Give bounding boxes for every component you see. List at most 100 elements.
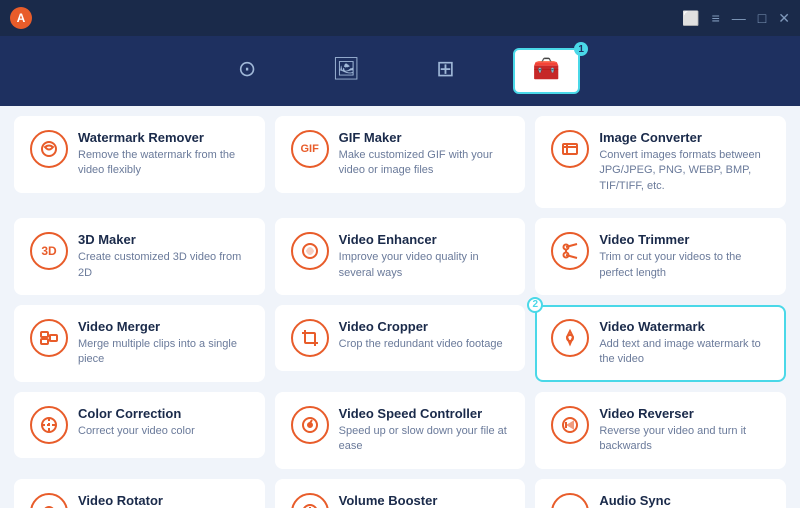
collage-icon: ⊞ (436, 56, 454, 82)
tool-card-video-rotator[interactable]: Video RotatorRotate and flip the video a… (14, 479, 265, 508)
tool-desc-gif-maker: Make customized GIF with your video or i… (339, 148, 510, 179)
nav-converter-wrap: ⊙ (220, 50, 274, 92)
tool-name-video-reverser: Video Reverser (599, 406, 770, 421)
tool-card-color-correction[interactable]: Color Correction Correct your video color (14, 392, 265, 458)
nav-toolbox[interactable]: 🧰 (513, 48, 580, 94)
tool-card-wrap-gif-maker: GIF GIF Maker Make customized GIF with you… (275, 116, 526, 208)
tool-icon-video-trimmer (551, 232, 589, 270)
tool-icon-3d-maker: 3D (30, 232, 68, 270)
maximize-button[interactable]: □ (758, 10, 766, 26)
mv-icon: 🖼 (332, 56, 360, 82)
tool-name-volume-booster: Volume Booster (339, 493, 510, 508)
tool-info-video-rotator: Video RotatorRotate and flip the video a… (78, 493, 249, 508)
tool-card-wrap-video-merger: Video Merger Merge multiple clips into a … (14, 305, 265, 382)
tool-card-video-cropper[interactable]: Video Cropper Crop the redundant video fo… (275, 305, 526, 371)
tool-icon-video-rotator (30, 493, 68, 508)
converter-icon: ⊙ (238, 56, 256, 82)
tool-card-video-enhancer[interactable]: Video Enhancer Improve your video quality… (275, 218, 526, 295)
tool-icon-color-correction (30, 406, 68, 444)
tool-card-audio-sync[interactable]: Audio SyncAdjust and sync the audio with… (535, 479, 786, 508)
nav-toolbox-wrap: 1 🧰 (513, 48, 580, 94)
app-logo: A (10, 7, 32, 29)
tool-info-volume-booster: Volume BoosterAdjust the volume of the v… (339, 493, 510, 508)
nav-mv[interactable]: 🖼 (314, 50, 378, 92)
tool-card-video-trimmer[interactable]: Video TrimmerTrim or cut your videos to … (535, 218, 786, 295)
tool-icon-audio-sync (551, 493, 589, 508)
tool-desc-video-reverser: Reverse your video and turn it backwards (599, 424, 770, 455)
tool-card-watermark-remover[interactable]: Watermark Remover Remove the watermark fr… (14, 116, 265, 193)
tool-icon-video-speed (291, 406, 329, 444)
tool-desc-image-converter: Convert images formats between JPG/JPEG,… (599, 148, 770, 194)
tool-name-3d-maker: 3D Maker (78, 232, 249, 247)
tool-desc-video-speed: Speed up or slow down your file at ease (339, 424, 510, 455)
tool-card-wrap-image-converter: Image Converter Convert images formats be… (535, 116, 786, 208)
tool-name-image-converter: Image Converter (599, 130, 770, 145)
tool-card-wrap-video-trimmer: Video TrimmerTrim or cut your videos to … (535, 218, 786, 295)
tool-info-video-trimmer: Video TrimmerTrim or cut your videos to … (599, 232, 770, 281)
tool-card-wrap-watermark-remover: Watermark Remover Remove the watermark fr… (14, 116, 265, 208)
tool-card-3d-maker[interactable]: 3D 3D Maker Create customized 3D video fro… (14, 218, 265, 295)
close-button[interactable]: ✕ (778, 10, 790, 27)
window-controls[interactable]: ⬜ ≡ — □ ✕ (682, 10, 790, 27)
tool-card-wrap-video-speed: Video Speed Controller Speed up or slow d… (275, 392, 526, 469)
toolbox-icon: 🧰 (533, 56, 560, 82)
tool-name-video-enhancer: Video Enhancer (339, 232, 510, 247)
tool-card-wrap-video-reverser: Video Reverser Reverse your video and tur… (535, 392, 786, 469)
tool-info-gif-maker: GIF Maker Make customized GIF with your v… (339, 130, 510, 179)
title-bar: A ⬜ ≡ — □ ✕ (0, 0, 800, 36)
tool-name-video-rotator: Video Rotator (78, 493, 249, 508)
tool-name-color-correction: Color Correction (78, 406, 249, 421)
nav-mv-wrap: 🖼 (314, 50, 378, 92)
tool-card-video-speed[interactable]: Video Speed Controller Speed up or slow d… (275, 392, 526, 469)
tool-info-video-speed: Video Speed Controller Speed up or slow d… (339, 406, 510, 455)
tool-icon-video-watermark (551, 319, 589, 357)
tool-card-wrap-color-correction: Color Correction Correct your video color (14, 392, 265, 469)
tool-card-wrap-3d-maker: 3D 3D Maker Create customized 3D video fro… (14, 218, 265, 295)
tool-card-volume-booster[interactable]: Volume BoosterAdjust the volume of the v… (275, 479, 526, 508)
tool-desc-video-enhancer: Improve your video quality in several wa… (339, 250, 510, 281)
tool-card-wrap-volume-booster: Volume BoosterAdjust the volume of the v… (275, 479, 526, 508)
tool-name-gif-maker: GIF Maker (339, 130, 510, 145)
tool-card-wrap-video-rotator: Video RotatorRotate and flip the video a… (14, 479, 265, 508)
tool-card-video-watermark[interactable]: Video WatermarkAdd text and image waterm… (535, 305, 786, 382)
tool-name-video-speed: Video Speed Controller (339, 406, 510, 421)
tool-icon-video-enhancer (291, 232, 329, 270)
tool-icon-video-merger (30, 319, 68, 357)
tool-card-wrap-audio-sync: Audio SyncAdjust and sync the audio with… (535, 479, 786, 508)
nav-collage[interactable]: ⊞ (418, 50, 472, 92)
tool-desc-video-cropper: Crop the redundant video footage (339, 337, 510, 352)
tools-grid: Watermark Remover Remove the watermark fr… (0, 106, 800, 508)
tool-icon-watermark-remover (30, 130, 68, 168)
tool-icon-image-converter (551, 130, 589, 168)
nav-collage-wrap: ⊞ (418, 50, 472, 92)
tool-icon-volume-booster (291, 493, 329, 508)
tool-info-video-watermark: Video WatermarkAdd text and image waterm… (599, 319, 770, 368)
menu-icon[interactable]: ≡ (712, 10, 720, 26)
tool-name-watermark-remover: Watermark Remover (78, 130, 249, 145)
tool-name-audio-sync: Audio Sync (599, 493, 770, 508)
nav-converter[interactable]: ⊙ (220, 50, 274, 92)
tool-card-wrap-video-enhancer: Video Enhancer Improve your video quality… (275, 218, 526, 295)
tool-name-video-cropper: Video Cropper (339, 319, 510, 334)
tool-card-video-merger[interactable]: Video Merger Merge multiple clips into a … (14, 305, 265, 382)
tool-card-gif-maker[interactable]: GIF GIF Maker Make customized GIF with you… (275, 116, 526, 193)
tool-info-3d-maker: 3D Maker Create customized 3D video from … (78, 232, 249, 281)
tool-info-video-enhancer: Video Enhancer Improve your video quality… (339, 232, 510, 281)
chat-icon[interactable]: ⬜ (682, 10, 699, 27)
tool-desc-3d-maker: Create customized 3D video from 2D (78, 250, 249, 281)
tool-card-wrap-video-watermark: 2Video WatermarkAdd text and image water… (535, 305, 786, 382)
tool-card-video-reverser[interactable]: Video Reverser Reverse your video and tur… (535, 392, 786, 469)
tool-info-video-reverser: Video Reverser Reverse your video and tur… (599, 406, 770, 455)
tool-icon-gif-maker: GIF (291, 130, 329, 168)
tool-info-audio-sync: Audio SyncAdjust and sync the audio with… (599, 493, 770, 508)
tool-name-video-merger: Video Merger (78, 319, 249, 334)
tool-info-video-merger: Video Merger Merge multiple clips into a … (78, 319, 249, 368)
tool-card-image-converter[interactable]: Image Converter Convert images formats be… (535, 116, 786, 208)
tool-icon-video-cropper (291, 319, 329, 357)
tool-desc-watermark-remover: Remove the watermark from the video flex… (78, 148, 249, 179)
tool-desc-color-correction: Correct your video color (78, 424, 249, 439)
tool-desc-video-merger: Merge multiple clips into a single piece (78, 337, 249, 368)
tool-icon-video-reverser (551, 406, 589, 444)
tool-desc-video-watermark: Add text and image watermark to the vide… (599, 337, 770, 368)
minimize-button[interactable]: — (732, 10, 746, 26)
